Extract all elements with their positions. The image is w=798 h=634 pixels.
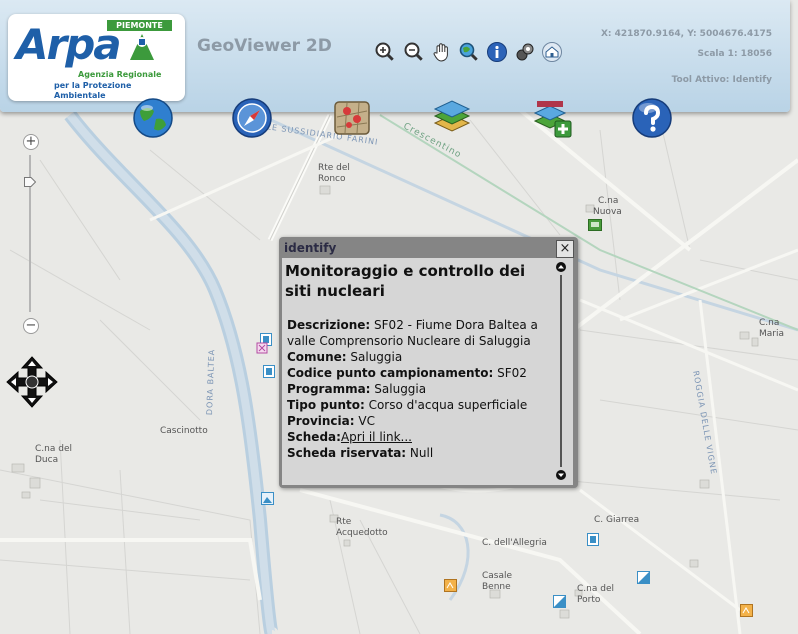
field-label: Comune: bbox=[287, 350, 347, 364]
label-cna-del-duca-line1: C.na del bbox=[35, 444, 72, 454]
zoom-slider-handle[interactable] bbox=[24, 177, 36, 187]
field-programma: Programma: Saluggia bbox=[287, 381, 549, 397]
popup-title: identify bbox=[284, 241, 337, 255]
station-marker-icon[interactable] bbox=[587, 533, 599, 546]
label-cna-del-duca: C.na del Duca bbox=[35, 444, 72, 466]
field-value: Corso d'acqua superficiale bbox=[364, 398, 528, 412]
popup-heading: Monitoraggio e controllo dei siti nuclea… bbox=[285, 262, 526, 300]
label-rte-del-ronco: Rte del Ronco bbox=[318, 163, 350, 185]
label-cna-nuova-line2: Nuova bbox=[593, 207, 622, 217]
home-icon[interactable] bbox=[541, 41, 563, 63]
label-cascinotto: Cascinotto bbox=[160, 426, 208, 436]
logo-line1: Agenzia Regionale bbox=[78, 70, 162, 79]
label-cna-nuova-line1: C.na bbox=[598, 196, 619, 206]
label-cna-maria-line2: Maria bbox=[759, 329, 784, 339]
label-casale-benne-line2: Benne bbox=[482, 582, 511, 592]
field-scheda: Scheda:Apri il link... bbox=[287, 429, 549, 445]
orange-marker-icon[interactable] bbox=[740, 604, 753, 617]
field-value: Saluggia bbox=[346, 350, 403, 364]
green-marker-icon[interactable] bbox=[588, 219, 602, 231]
label-rte-del-ronco-line1: Rte del bbox=[318, 163, 350, 173]
zoom-in-button[interactable]: + bbox=[23, 134, 39, 150]
zoom-extent-icon[interactable] bbox=[458, 41, 480, 63]
selected-point-icon[interactable] bbox=[261, 492, 274, 505]
field-value: SF02 bbox=[493, 366, 527, 380]
field-label: Scheda: bbox=[287, 430, 341, 444]
popup-content: Monitoraggio e controllo dei siti nuclea… bbox=[282, 258, 573, 485]
zoom-out-button[interactable]: − bbox=[23, 318, 39, 334]
map-pin-icon[interactable] bbox=[331, 97, 373, 139]
field-value: VC bbox=[354, 414, 375, 428]
active-tool-readout: Tool Attivo: Identify bbox=[671, 75, 772, 85]
zoom-out-icon[interactable] bbox=[403, 41, 425, 63]
station-marker-icon[interactable] bbox=[263, 365, 275, 378]
label-rte-del-ronco-line2: Ronco bbox=[318, 174, 346, 184]
map-layers-icon[interactable] bbox=[431, 97, 473, 139]
label-cna-del-porto-line1: C.na del bbox=[577, 584, 614, 594]
help-icon[interactable] bbox=[631, 97, 673, 139]
identify-popup: identify × Monitoraggio e controllo dei … bbox=[279, 237, 578, 488]
label-cna-maria-line1: C.na bbox=[759, 318, 780, 328]
orange-marker-icon[interactable] bbox=[444, 579, 457, 592]
field-tipo-punto: Tipo punto: Corso d'acqua superficiale bbox=[287, 397, 549, 413]
field-comune: Comune: Saluggia bbox=[287, 349, 549, 365]
blue-square-marker-icon[interactable] bbox=[553, 595, 566, 608]
coordinates-readout: X: 421870.9164, Y: 5004676.4175 bbox=[600, 29, 772, 39]
label-rte-acquedotto-line1: Rte bbox=[336, 517, 352, 527]
label-rte-acquedotto: Rte Acquedotto bbox=[336, 517, 388, 539]
label-c-dell-allegria: C. dell'Allegria bbox=[482, 538, 547, 548]
field-scheda-riservata: Scheda riservata: Null bbox=[287, 445, 549, 461]
field-descrizione: Descrizione: SF02 - Fiume Dora Baltea a … bbox=[287, 317, 549, 349]
field-label: Scheda riservata: bbox=[287, 446, 407, 460]
field-label: Provincia: bbox=[287, 414, 355, 428]
field-provincia: Provincia: VC bbox=[287, 413, 549, 429]
label-casale-benne: Casale Benne bbox=[482, 571, 512, 593]
blue-square-marker-icon[interactable] bbox=[637, 571, 650, 584]
label-casale-benne-line1: Casale bbox=[482, 571, 513, 581]
pan-hand-icon[interactable] bbox=[431, 41, 453, 63]
scheda-link[interactable]: Apri il link... bbox=[341, 430, 412, 444]
label-cna-del-porto-line2: Porto bbox=[577, 595, 601, 605]
field-value: Saluggia bbox=[370, 382, 427, 396]
arpa-logo: PIEMONTE Arpa Agenzia Regionale per la P… bbox=[8, 14, 185, 101]
field-label: Descrizione: bbox=[287, 318, 371, 332]
label-rte-acquedotto-line2: Acquedotto bbox=[336, 528, 388, 538]
field-label: Codice punto campionamento: bbox=[287, 366, 494, 380]
zoom-in-icon[interactable] bbox=[374, 41, 396, 63]
field-value: Null bbox=[406, 446, 434, 460]
header-bar: PIEMONTE Arpa Agenzia Regionale per la P… bbox=[0, 0, 790, 112]
label-cna-nuova: C.na Nuova bbox=[593, 196, 622, 218]
field-codice: Codice punto campionamento: SF02 bbox=[287, 365, 549, 381]
globe-icon[interactable] bbox=[132, 97, 174, 139]
popup-fields: Descrizione: SF02 - Fiume Dora Baltea a … bbox=[287, 317, 549, 461]
label-cna-del-porto: C.na del Porto bbox=[577, 584, 614, 606]
app-title: GeoViewer 2D bbox=[197, 36, 332, 56]
field-label: Tipo punto: bbox=[287, 398, 365, 412]
field-label: Programma: bbox=[287, 382, 371, 396]
popup-scrollbar[interactable] bbox=[555, 261, 567, 481]
pan-control[interactable] bbox=[6, 356, 58, 408]
label-cna-del-duca-line2: Duca bbox=[35, 455, 59, 465]
logo-emblem-icon bbox=[130, 34, 154, 60]
compass-icon[interactable] bbox=[231, 97, 273, 139]
scale-readout: Scala 1: 18056 bbox=[697, 49, 773, 59]
pink-marker-icon[interactable] bbox=[256, 342, 268, 354]
add-layer-icon[interactable] bbox=[531, 97, 573, 139]
logo-brand: Arpa bbox=[16, 20, 122, 69]
label-c-giarrea: C. Giarrea bbox=[594, 515, 640, 525]
info-icon[interactable] bbox=[486, 41, 508, 63]
popup-close-button[interactable]: × bbox=[556, 240, 574, 258]
layers-icon[interactable] bbox=[514, 41, 536, 63]
label-cna-maria: C.na Maria bbox=[759, 318, 784, 340]
